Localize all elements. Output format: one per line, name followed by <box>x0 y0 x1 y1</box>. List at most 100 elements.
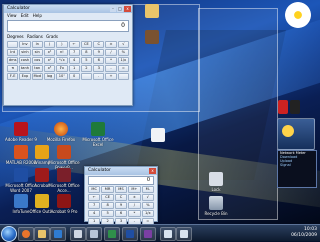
desktop-icon-recycle-bin[interactable]: Recycle Bin <box>198 196 234 216</box>
taskbar-calculator[interactable] <box>160 227 176 241</box>
calculator-key[interactable]: 6 <box>93 57 105 64</box>
calculator-key[interactable]: ∛x <box>56 65 68 72</box>
calculator-key[interactable]: sinh <box>19 49 31 56</box>
calculator-key[interactable]: dms <box>7 57 19 64</box>
calculator-key[interactable]: x² <box>43 49 56 56</box>
desktop-icon-app-top[interactable] <box>134 30 170 45</box>
calculator-key[interactable]: π <box>7 65 19 72</box>
desktop-icon-lock[interactable]: Lock <box>198 172 234 192</box>
calculator-menu-bar[interactable]: View Edit Help <box>4 13 132 19</box>
taskbar-explorer[interactable] <box>34 227 50 241</box>
calculator-key[interactable]: MR <box>101 186 114 193</box>
slideshow-gadget-red[interactable] <box>278 100 288 114</box>
calculator-key[interactable] <box>80 73 93 80</box>
calculator-key[interactable]: 1/x <box>117 57 129 64</box>
taskbar-onenote[interactable] <box>140 227 156 241</box>
calculator-key[interactable]: M+ <box>128 186 141 193</box>
calculator-key[interactable] <box>7 41 19 48</box>
calculator-key[interactable]: ± <box>128 194 141 201</box>
calculator-key[interactable]: Inv <box>19 41 31 48</box>
calculator-key[interactable]: * <box>128 210 141 217</box>
calculator-key[interactable]: 0 <box>68 73 80 80</box>
calculator-key[interactable]: * <box>105 57 117 64</box>
radio-degrees[interactable]: Degrees <box>7 34 24 39</box>
taskbar-app-1[interactable] <box>70 227 86 241</box>
desktop-icon-firefox[interactable]: Mozilla Firefox <box>43 122 79 142</box>
calculator-key[interactable]: ʸ√x <box>56 57 68 64</box>
calculator-key[interactable]: 8 <box>101 202 114 209</box>
taskbar-dreamweaver[interactable] <box>104 227 120 241</box>
taskbar-word[interactable] <box>122 227 138 241</box>
taskbar-media[interactable] <box>50 227 66 241</box>
calculator-key[interactable]: ) <box>56 41 68 48</box>
radio-radians[interactable]: Radians <box>27 34 43 39</box>
desktop-icon-acrobat-pro[interactable]: Acrobat 9 Pro <box>46 194 82 214</box>
calculator-key[interactable]: Int <box>7 49 19 56</box>
radio-grads[interactable]: Grads <box>46 34 58 39</box>
calculator-key[interactable]: 5 <box>80 57 93 64</box>
calculator-key[interactable]: / <box>128 202 141 209</box>
calculator-key[interactable]: 7 <box>88 202 101 209</box>
desktop-icon-folder-top[interactable] <box>134 4 170 19</box>
calculator-key[interactable]: 9 <box>93 49 105 56</box>
calculator-key[interactable]: MC <box>88 186 101 193</box>
maximize-button[interactable]: □ <box>117 6 123 12</box>
close-button[interactable]: x <box>124 6 131 12</box>
calculator-key[interactable]: % <box>117 49 129 56</box>
taskbar-calculator-2[interactable] <box>176 227 192 241</box>
calculator-key[interactable]: √ <box>117 41 129 48</box>
minimize-button[interactable]: - <box>110 6 116 12</box>
calculator-key[interactable]: √ <box>141 194 154 201</box>
calculator-key[interactable]: 9 <box>114 202 128 209</box>
calculator-title-bar[interactable]: Calculator - □ x <box>4 5 132 13</box>
calculator-key[interactable]: 1/x <box>141 210 154 217</box>
desktop-icon-document[interactable] <box>140 128 176 143</box>
calculator-key[interactable]: 3 <box>93 65 105 72</box>
desktop-icon-powerpoint[interactable]: Microsoft Office PowerP... <box>46 145 82 170</box>
small-calculator-title-bar[interactable]: Calculator x <box>85 167 157 175</box>
calculator-key[interactable]: log <box>43 73 56 80</box>
desktop-icon-adobe-reader[interactable]: Adobe Reader 9 <box>3 122 39 142</box>
calculator-key[interactable]: sin <box>31 49 43 56</box>
calculator-key[interactable]: M- <box>141 186 154 193</box>
calculator-key[interactable]: = <box>117 65 129 72</box>
calculator-key[interactable]: / <box>105 49 117 56</box>
calculator-key[interactable]: + <box>105 73 117 80</box>
calculator-key[interactable]: ← <box>68 41 80 48</box>
calculator-key[interactable]: ( <box>43 41 56 48</box>
slideshow-gadget-dark[interactable] <box>290 100 300 114</box>
taskbar-app-2[interactable] <box>86 227 102 241</box>
calculator-key[interactable]: 1 <box>68 65 80 72</box>
calculator-key[interactable]: ln <box>31 41 43 48</box>
desktop-icon-excel[interactable]: Microsoft Office Excel <box>80 122 116 147</box>
calculator-key[interactable]: 5 <box>101 210 114 217</box>
calculator-key[interactable]: 4 <box>88 210 101 217</box>
small-close-button[interactable]: x <box>149 168 156 174</box>
calculator-key[interactable]: C <box>93 41 105 48</box>
calculator-key[interactable]: ± <box>105 41 117 48</box>
calculator-key[interactable]: Exp <box>19 73 31 80</box>
calculator-key[interactable]: 10ˣ <box>56 73 68 80</box>
calculator-key[interactable]: Mod <box>31 73 43 80</box>
network-meter-gadget[interactable]: Network Meter Download Upload Signal <box>277 150 317 188</box>
calculator-key[interactable] <box>117 73 129 80</box>
calculator-key[interactable]: . <box>93 73 105 80</box>
calculator-key[interactable]: n! <box>56 49 68 56</box>
calculator-key[interactable]: cosh <box>19 57 31 64</box>
taskbar-firefox[interactable] <box>18 227 34 241</box>
calculator-key[interactable]: cos <box>31 57 43 64</box>
calculator-key[interactable]: MS <box>114 186 128 193</box>
calculator-key[interactable]: 7 <box>68 49 80 56</box>
calculator-key[interactable]: % <box>141 202 154 209</box>
calculator-key[interactable]: tan <box>31 65 43 72</box>
calculator-key[interactable]: 2 <box>80 65 93 72</box>
flower-gadget[interactable] <box>285 2 311 28</box>
calculator-key[interactable]: 8 <box>80 49 93 56</box>
calculator-key[interactable]: 4 <box>68 57 80 64</box>
calculator-key[interactable]: C <box>114 194 128 201</box>
calculator-key[interactable]: ← <box>88 194 101 201</box>
calculator-key[interactable]: - <box>105 65 117 72</box>
weather-gadget[interactable] <box>277 118 315 150</box>
calculator-key[interactable]: x³ <box>43 65 56 72</box>
calculator-key[interactable]: 6 <box>114 210 128 217</box>
